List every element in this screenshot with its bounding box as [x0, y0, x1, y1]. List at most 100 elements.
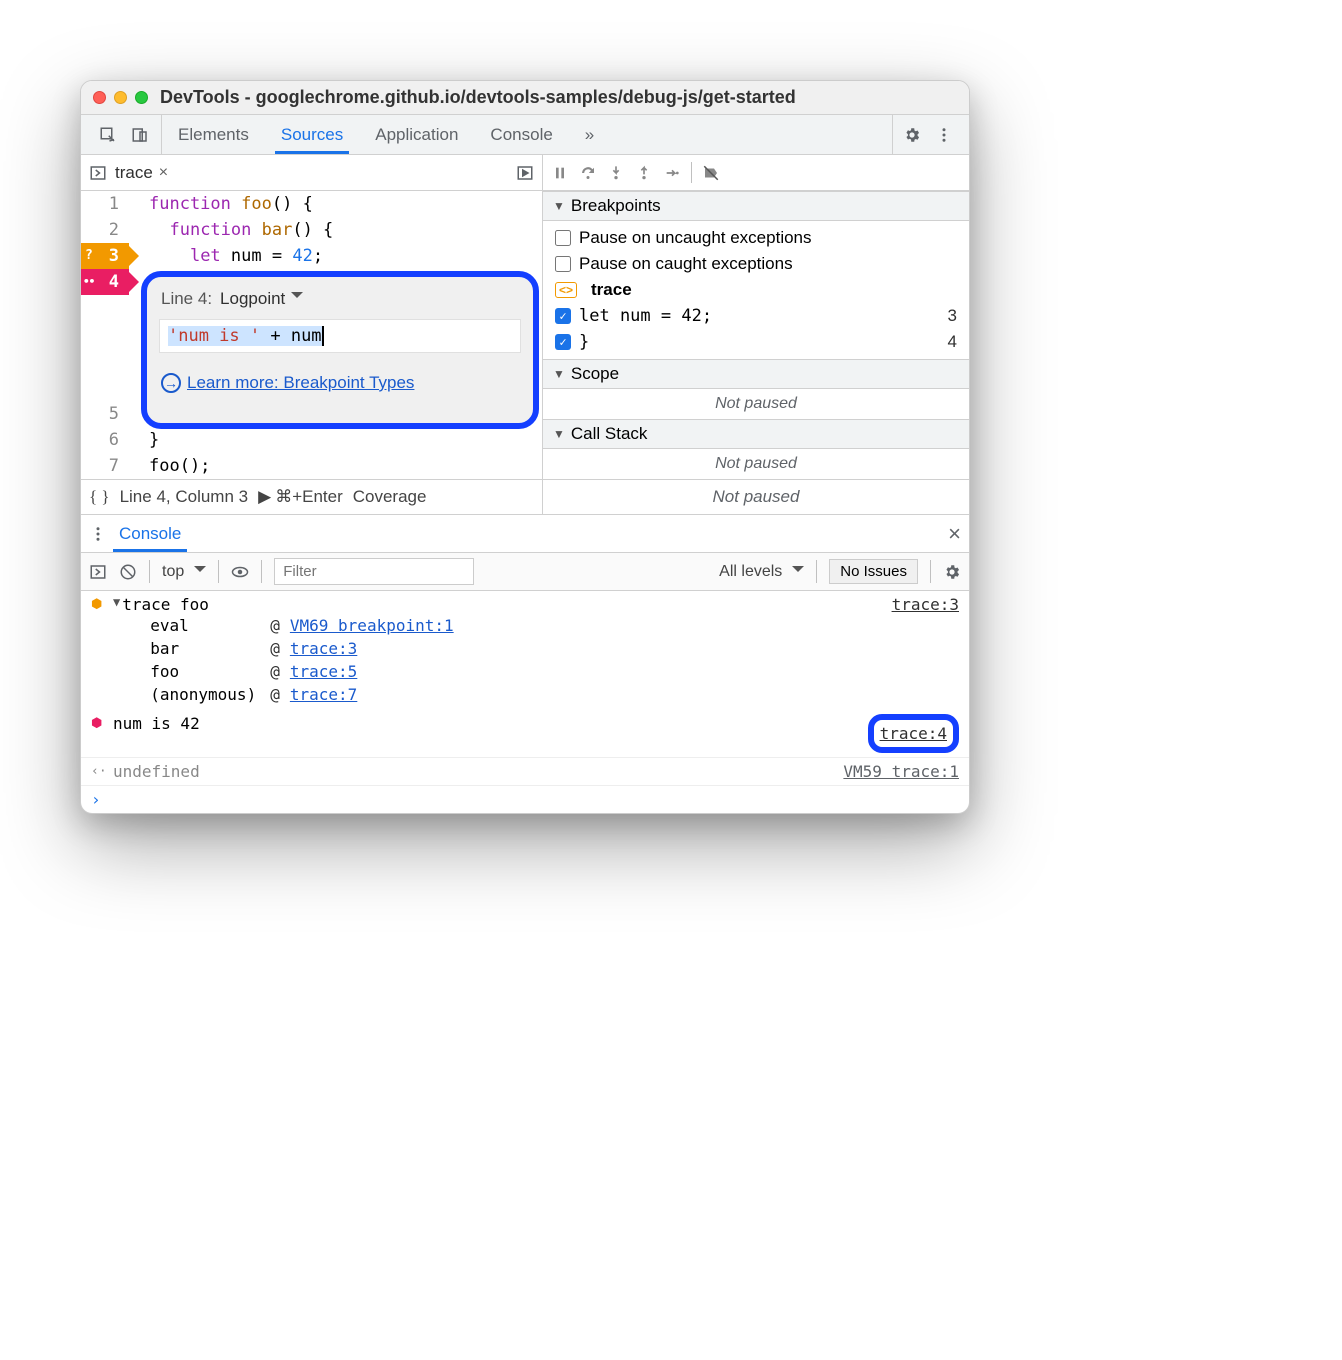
main-toolbar: Elements Sources Application Console »	[81, 115, 969, 155]
tab-application[interactable]: Application	[359, 115, 474, 154]
breakpoint-editor-popup: Line 4: Logpoint 'num is ' + num → Learn…	[141, 271, 539, 429]
deactivate-breakpoints-icon[interactable]	[702, 164, 720, 182]
tab-console[interactable]: Console	[474, 115, 568, 154]
checkbox-checked-icon[interactable]: ✓	[555, 308, 571, 324]
line-number[interactable]: 6	[81, 427, 129, 453]
settings-icon[interactable]	[903, 126, 921, 144]
logpoint-log-icon: ⬢	[91, 716, 109, 731]
stack-fn: (anonymous)	[150, 685, 260, 704]
stack-source-link[interactable]: trace:7	[290, 685, 357, 704]
run-shortcut: ⌘+Enter	[275, 487, 343, 507]
stack-fn: eval	[150, 616, 260, 635]
log-message: undefined	[113, 762, 200, 781]
highlighted-source-link: trace:4	[868, 714, 959, 753]
breakpoint-item[interactable]: ✓let num = 42;3	[543, 303, 969, 329]
chevron-down-icon	[792, 566, 804, 578]
stack-frame: foo@ trace:5	[122, 660, 959, 683]
stack-frame: bar@ trace:3	[122, 637, 959, 660]
file-tab-label: trace	[115, 163, 153, 183]
kebab-menu-icon[interactable]	[935, 126, 953, 144]
filter-input[interactable]	[274, 558, 474, 585]
log-message: trace foo	[122, 595, 209, 614]
stack-frame: eval@ VM69 breakpoint:1	[122, 614, 959, 637]
code-editor[interactable]: 1function foo() { 2 function bar() { 3 l…	[81, 191, 543, 479]
file-tab-trace[interactable]: trace ×	[107, 155, 176, 190]
clear-console-icon[interactable]	[119, 563, 137, 581]
logpoint-expression-input[interactable]: 'num is ' + num	[159, 319, 521, 353]
stack-fn: foo	[150, 662, 260, 681]
breakpoints-section-header[interactable]: ▼Breakpoints	[543, 191, 969, 221]
pause-icon[interactable]	[551, 164, 569, 182]
stack-source-link[interactable]: trace:3	[290, 639, 357, 658]
chevron-down-icon	[291, 292, 303, 304]
expand-icon[interactable]: ▼	[113, 595, 120, 609]
checkbox-checked-icon[interactable]: ✓	[555, 334, 571, 350]
console-sidebar-toggle-icon[interactable]	[89, 563, 107, 581]
context-selector[interactable]: top	[162, 563, 206, 581]
pause-caught-checkbox[interactable]: Pause on caught exceptions	[543, 251, 969, 277]
line-number-conditional-bp[interactable]: 3	[81, 243, 129, 269]
pause-uncaught-checkbox[interactable]: Pause on uncaught exceptions	[543, 225, 969, 251]
debugger-sidebar: ▼Breakpoints Pause on uncaught exception…	[543, 191, 969, 479]
stack-source-link[interactable]: trace:5	[290, 662, 357, 681]
step-over-icon[interactable]	[579, 164, 597, 182]
line-number[interactable]: 2	[81, 217, 129, 243]
line-number[interactable]: 7	[81, 453, 129, 479]
line-number-logpoint[interactable]: 4	[81, 269, 129, 295]
status-not-paused: Not paused	[543, 481, 969, 513]
log-source-link[interactable]: VM59 trace:1	[843, 762, 959, 781]
close-drawer-icon[interactable]: ×	[948, 521, 961, 547]
titlebar: DevTools - googlechrome.github.io/devtoo…	[81, 81, 969, 115]
log-levels-dropdown[interactable]: All levels	[719, 563, 804, 581]
console-output: ⬢ ▼ trace foo trace:3 eval@ VM69 breakpoi…	[81, 591, 969, 813]
popup-line-label: Line 4:	[161, 289, 212, 309]
maximize-window-icon[interactable]	[135, 91, 148, 104]
console-prompt[interactable]: ›	[81, 786, 969, 813]
device-toolbar-icon[interactable]	[131, 126, 149, 144]
tab-sources[interactable]: Sources	[265, 115, 359, 154]
console-settings-icon[interactable]	[943, 563, 961, 581]
devtools-window: DevTools - googlechrome.github.io/devtoo…	[80, 80, 970, 814]
line-number[interactable]: 5	[81, 401, 129, 427]
log-message: num is 42	[113, 714, 200, 753]
step-out-icon[interactable]	[635, 164, 653, 182]
callstack-section-header[interactable]: ▼Call Stack	[543, 419, 969, 449]
run-snippet-icon[interactable]	[516, 164, 534, 182]
arrow-right-circle-icon: →	[161, 373, 181, 393]
learn-more-link[interactable]: Learn more: Breakpoint Types	[187, 373, 414, 393]
breakpoint-type-dropdown[interactable]: Logpoint	[220, 289, 519, 309]
window-controls	[93, 91, 148, 104]
cursor-position: Line 4, Column 3	[120, 487, 249, 507]
breakpoint-item[interactable]: ✓}4	[543, 329, 969, 355]
conditional-log-icon: ⬢	[91, 597, 109, 612]
scope-not-paused: Not paused	[543, 389, 969, 419]
format-icon[interactable]: { }	[89, 487, 110, 507]
stack-source-link[interactable]: VM69 breakpoint:1	[290, 616, 454, 635]
coverage-label[interactable]: Coverage	[353, 487, 427, 507]
minimize-window-icon[interactable]	[114, 91, 127, 104]
close-tab-icon[interactable]: ×	[159, 164, 168, 182]
window-title: DevTools - googlechrome.github.io/devtoo…	[160, 87, 796, 108]
callstack-not-paused: Not paused	[543, 449, 969, 479]
breakpoint-group: <>trace	[543, 277, 969, 303]
stack-fn: bar	[150, 639, 260, 658]
scope-section-header[interactable]: ▼Scope	[543, 359, 969, 389]
return-value-icon: ‹·	[91, 764, 109, 779]
inspect-element-icon[interactable]	[99, 126, 117, 144]
snippet-icon: <>	[555, 282, 577, 298]
issues-button[interactable]: No Issues	[829, 559, 918, 584]
step-icon[interactable]	[663, 164, 681, 182]
chevron-down-icon	[194, 566, 206, 578]
live-expression-icon[interactable]	[231, 563, 249, 581]
kebab-menu-icon[interactable]	[89, 525, 107, 543]
tab-elements[interactable]: Elements	[162, 115, 265, 154]
close-window-icon[interactable]	[93, 91, 106, 104]
step-into-icon[interactable]	[607, 164, 625, 182]
drawer-tab-console[interactable]: Console	[107, 515, 193, 552]
navigator-toggle-icon[interactable]	[89, 164, 107, 182]
line-number[interactable]: 1	[81, 191, 129, 217]
tabs-overflow[interactable]: »	[569, 115, 610, 154]
log-source-link[interactable]: trace:3	[892, 595, 959, 614]
log-source-link[interactable]: trace:4	[880, 724, 947, 743]
stack-frame: (anonymous)@ trace:7	[122, 683, 959, 706]
